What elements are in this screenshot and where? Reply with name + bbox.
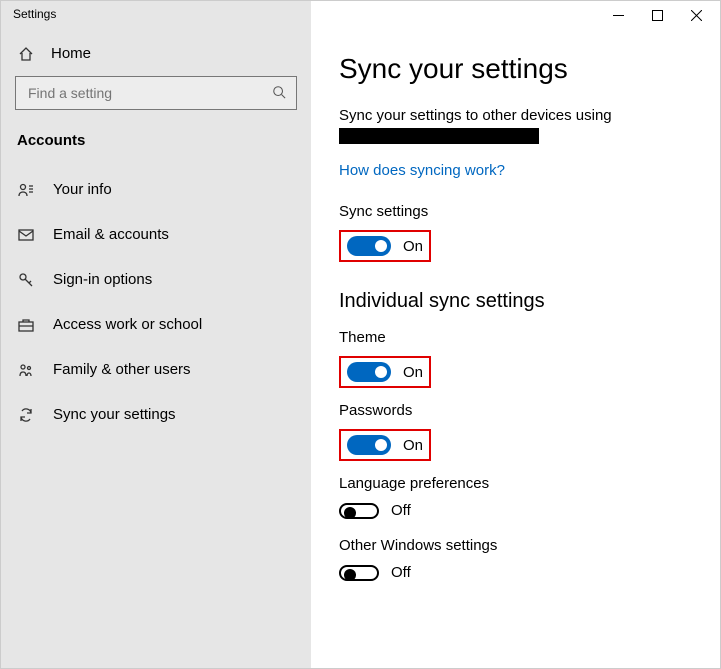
minimize-button[interactable] [613, 8, 624, 24]
mail-icon [17, 227, 35, 243]
page-description: Sync your settings to other devices usin… [339, 107, 692, 124]
nav-home-label: Home [51, 45, 91, 62]
briefcase-icon [17, 317, 35, 333]
nav-home[interactable]: Home [1, 35, 311, 72]
content-pane: Sync your settings Sync your settings to… [311, 1, 720, 668]
page-title: Sync your settings [339, 53, 692, 85]
window-title: Settings [1, 1, 311, 35]
search-icon [272, 85, 286, 102]
search-input[interactable] [15, 76, 297, 110]
redacted-account [339, 128, 539, 144]
sidebar-item-label: Email & accounts [53, 226, 169, 243]
language-state: Off [391, 502, 411, 519]
highlight-passwords: On [339, 429, 431, 461]
sidebar-item-label: Sync your settings [53, 406, 176, 423]
sync-icon [17, 407, 35, 423]
passwords-label: Passwords [339, 402, 692, 419]
theme-label: Theme [339, 329, 692, 346]
sidebar-item-sync[interactable]: Sync your settings [1, 392, 311, 437]
sidebar-item-family[interactable]: Family & other users [1, 347, 311, 392]
user-info-icon [17, 182, 35, 198]
other-toggle[interactable] [339, 565, 379, 581]
family-icon [17, 362, 35, 378]
theme-toggle[interactable] [347, 362, 391, 382]
other-label: Other Windows settings [339, 537, 692, 554]
sync-settings-label: Sync settings [339, 203, 692, 220]
window-controls [311, 1, 720, 31]
language-toggle[interactable] [339, 503, 379, 519]
language-label: Language preferences [339, 475, 692, 492]
key-icon [17, 272, 35, 288]
sidebar-item-label: Family & other users [53, 361, 191, 378]
syncing-help-link[interactable]: How does syncing work? [339, 162, 505, 179]
sidebar-item-your-info[interactable]: Your info [1, 167, 311, 212]
close-button[interactable] [691, 8, 702, 24]
home-icon [17, 46, 35, 62]
highlight-theme: On [339, 356, 431, 388]
individual-heading: Individual sync settings [339, 290, 692, 313]
other-state: Off [391, 564, 411, 581]
search-field[interactable] [26, 84, 272, 102]
sidebar-item-label: Your info [53, 181, 112, 198]
maximize-button[interactable] [652, 8, 663, 24]
theme-state: On [403, 364, 423, 381]
sidebar-item-label: Sign-in options [53, 271, 152, 288]
sidebar-item-label: Access work or school [53, 316, 202, 333]
sync-settings-toggle[interactable] [347, 236, 391, 256]
sidebar-item-work[interactable]: Access work or school [1, 302, 311, 347]
passwords-toggle[interactable] [347, 435, 391, 455]
section-label: Accounts [1, 120, 311, 167]
passwords-state: On [403, 437, 423, 454]
sidebar-item-email[interactable]: Email & accounts [1, 212, 311, 257]
sidebar: Settings Home Accounts Your info [1, 1, 311, 668]
sync-settings-state: On [403, 238, 423, 255]
highlight-sync-settings: On [339, 230, 431, 262]
sidebar-item-signin[interactable]: Sign-in options [1, 257, 311, 302]
